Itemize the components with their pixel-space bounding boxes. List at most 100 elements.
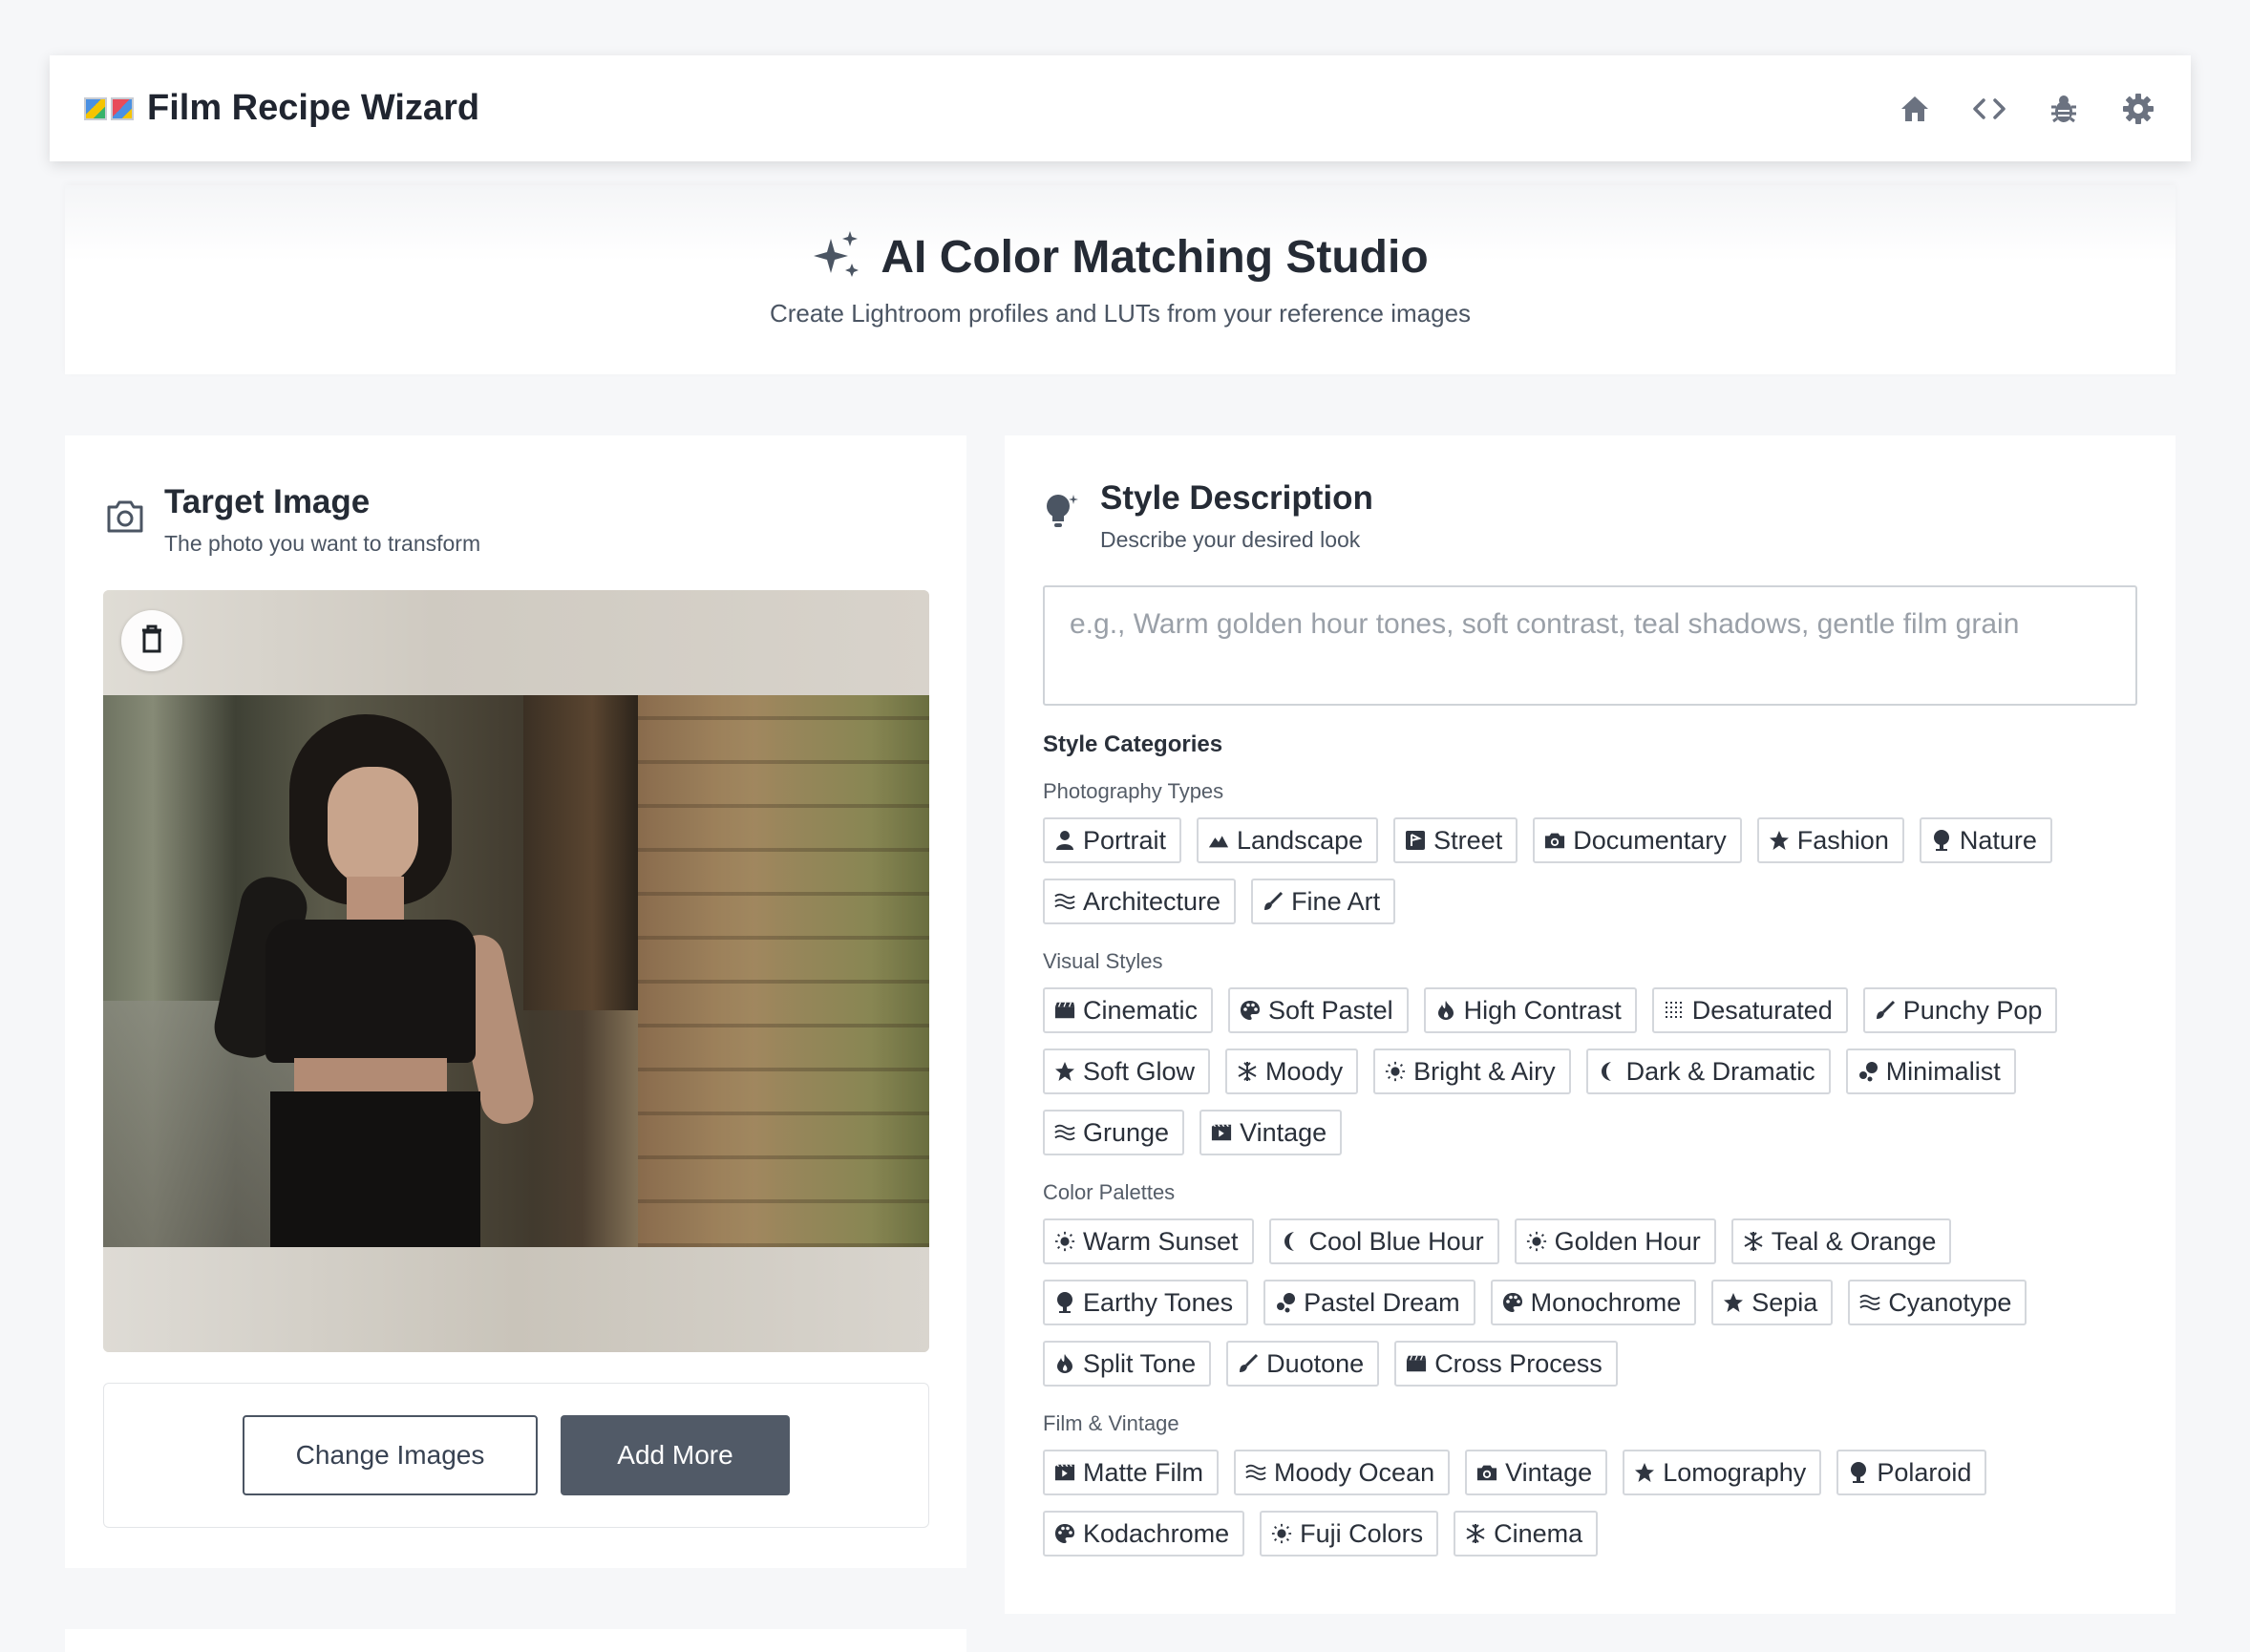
- style-chip-minimalist[interactable]: Minimalist: [1845, 1048, 2016, 1094]
- chip-label: Warm Sunset: [1083, 1226, 1239, 1256]
- chip-label: Earthy Tones: [1083, 1287, 1234, 1317]
- style-chip-soft-pastel[interactable]: Soft Pastel: [1228, 987, 1409, 1033]
- chip-label: Duotone: [1266, 1348, 1365, 1378]
- chip-label: Nature: [1959, 825, 2037, 855]
- chip-label: Punchy Pop: [1902, 995, 2043, 1025]
- style-chip-teal-orange[interactable]: Teal & Orange: [1730, 1218, 1952, 1264]
- chip-label: Vintage: [1240, 1117, 1327, 1147]
- style-chip-nature[interactable]: Nature: [1919, 817, 2052, 863]
- brush-icon: [1238, 1353, 1259, 1374]
- top-nav: [1899, 93, 2154, 125]
- style-chip-lomography[interactable]: Lomography: [1623, 1450, 1822, 1495]
- chip-label: Cross Process: [1434, 1348, 1603, 1378]
- lightbulb-icon: [1043, 491, 1081, 536]
- chip-label: Fuji Colors: [1300, 1518, 1424, 1548]
- style-chip-punchy-pop[interactable]: Punchy Pop: [1862, 987, 2058, 1033]
- style-chip-fashion[interactable]: Fashion: [1756, 817, 1904, 863]
- style-chip-cross-process[interactable]: Cross Process: [1394, 1341, 1618, 1387]
- category-group-title: Film & Vintage: [1043, 1411, 1179, 1435]
- flame-icon: [1435, 1000, 1456, 1021]
- chip-group: Warm Sunset Cool Blue Hour Golden Hour Teal…: [1043, 1218, 2103, 1387]
- hero-section: AI Color Matching Studio Create Lightroo…: [65, 185, 2176, 374]
- style-chip-matte-film[interactable]: Matte Film: [1043, 1450, 1220, 1495]
- style-chip-moody[interactable]: Moody: [1225, 1048, 1359, 1094]
- code-icon[interactable]: [1973, 93, 2006, 125]
- style-chip-sepia[interactable]: Sepia: [1711, 1280, 1834, 1325]
- clapper-icon: [1406, 1353, 1427, 1374]
- chip-label: Kodachrome: [1083, 1518, 1230, 1548]
- style-chip-warm-sunset[interactable]: Warm Sunset: [1043, 1218, 1254, 1264]
- bug-icon[interactable]: [2048, 93, 2080, 125]
- style-chip-cyanotype[interactable]: Cyanotype: [1848, 1280, 2027, 1325]
- chip-label: Street: [1433, 825, 1503, 855]
- brand[interactable]: Film Recipe Wizard: [84, 88, 479, 129]
- style-categories-title: Style Categories: [1043, 731, 1223, 757]
- waves-icon: [1245, 1462, 1266, 1483]
- style-chip-golden-hour[interactable]: Golden Hour: [1514, 1218, 1716, 1264]
- style-chip-landscape[interactable]: Landscape: [1197, 817, 1379, 863]
- style-chip-fuji-colors[interactable]: Fuji Colors: [1260, 1511, 1439, 1557]
- style-chip-soft-glow[interactable]: Soft Glow: [1043, 1048, 1211, 1094]
- style-chip-documentary[interactable]: Documentary: [1533, 817, 1742, 863]
- clapper-icon: [1054, 1000, 1075, 1021]
- style-chip-pastel-dream[interactable]: Pastel Dream: [1263, 1280, 1475, 1325]
- style-chip-grunge[interactable]: Grunge: [1043, 1110, 1185, 1155]
- chip-label: Lomography: [1663, 1457, 1807, 1487]
- style-chip-cinema[interactable]: Cinema: [1454, 1511, 1599, 1557]
- style-chip-bright-airy[interactable]: Bright & Airy: [1373, 1048, 1571, 1094]
- chip-label: Cool Blue Hour: [1308, 1226, 1484, 1256]
- film-icon: [1054, 1462, 1075, 1483]
- chip-label: Fashion: [1796, 825, 1889, 855]
- style-description-input[interactable]: [1043, 585, 2137, 706]
- snow-icon: [1743, 1231, 1764, 1252]
- target-image-preview[interactable]: [103, 590, 929, 1352]
- style-chip-high-contrast[interactable]: High Contrast: [1423, 987, 1637, 1033]
- waves-icon: [1054, 1122, 1075, 1143]
- style-chip-portrait[interactable]: Portrait: [1043, 817, 1182, 863]
- style-chip-street[interactable]: Street: [1393, 817, 1518, 863]
- change-images-button[interactable]: Change Images: [243, 1415, 538, 1495]
- style-chip-moody-ocean[interactable]: Moody Ocean: [1234, 1450, 1451, 1495]
- chip-label: Polaroid: [1877, 1457, 1972, 1487]
- style-chip-kodachrome[interactable]: Kodachrome: [1043, 1511, 1245, 1557]
- target-image-title: Target Image: [164, 483, 371, 520]
- style-chip-earthy-tones[interactable]: Earthy Tones: [1043, 1280, 1249, 1325]
- style-chip-vintage[interactable]: Vintage: [1199, 1110, 1343, 1155]
- sun-icon: [1271, 1523, 1292, 1544]
- style-chip-duotone[interactable]: Duotone: [1226, 1341, 1380, 1387]
- chip-label: Grunge: [1083, 1117, 1170, 1147]
- tree-icon: [1054, 1292, 1075, 1313]
- style-chip-dark-dramatic[interactable]: Dark & Dramatic: [1585, 1048, 1831, 1094]
- mountain-icon: [1208, 830, 1229, 851]
- style-chip-desaturated[interactable]: Desaturated: [1651, 987, 1848, 1033]
- target-photo: [103, 695, 929, 1247]
- chip-label: Moody: [1265, 1056, 1344, 1086]
- chip-label: Bright & Airy: [1413, 1056, 1556, 1086]
- style-chip-architecture[interactable]: Architecture: [1043, 879, 1237, 924]
- style-description-card: Style Description Describe your desired …: [1005, 435, 2176, 1614]
- dots-icon: [1664, 1000, 1685, 1021]
- palette-icon: [1240, 1000, 1261, 1021]
- style-chip-cool-blue-hour[interactable]: Cool Blue Hour: [1268, 1218, 1499, 1264]
- style-chip-polaroid[interactable]: Polaroid: [1836, 1450, 1987, 1495]
- person-icon: [1054, 830, 1075, 851]
- style-chip-cinematic[interactable]: Cinematic: [1043, 987, 1214, 1033]
- category-group-title: Color Palettes: [1043, 1180, 1176, 1204]
- style-chip-fine-art[interactable]: Fine Art: [1251, 879, 1396, 924]
- style-chip-monochrome[interactable]: Monochrome: [1490, 1280, 1697, 1325]
- home-icon[interactable]: [1899, 93, 1931, 125]
- delete-image-button[interactable]: [121, 610, 182, 671]
- style-chip-split-tone[interactable]: Split Tone: [1043, 1341, 1212, 1387]
- chip-label: Teal & Orange: [1771, 1226, 1937, 1256]
- settings-gear-icon[interactable]: [2122, 93, 2154, 125]
- chip-label: Documentary: [1573, 825, 1727, 855]
- chip-label: Sepia: [1751, 1287, 1818, 1317]
- snow-icon: [1237, 1061, 1258, 1082]
- style-chip-vintage[interactable]: Vintage: [1465, 1450, 1608, 1495]
- chip-label: High Contrast: [1463, 995, 1622, 1025]
- flame-icon: [1054, 1353, 1075, 1374]
- palette-icon: [1054, 1523, 1075, 1544]
- add-more-button[interactable]: Add More: [561, 1415, 790, 1495]
- waves-icon: [1054, 891, 1075, 912]
- bubbles-icon: [1857, 1061, 1879, 1082]
